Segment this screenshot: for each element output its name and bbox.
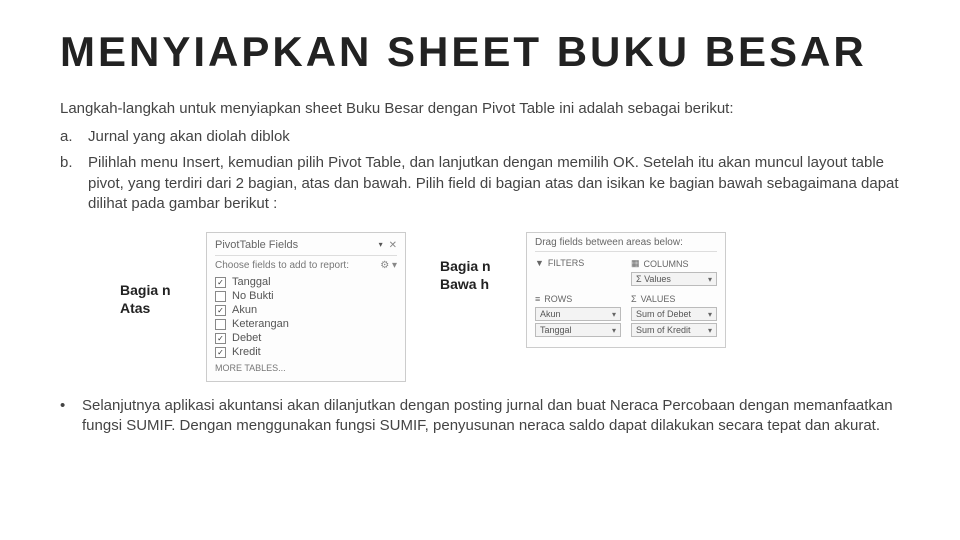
step-a-marker: a. <box>60 127 88 147</box>
step-b-text: Pilihlah menu Insert, kemudian pilih Piv… <box>88 153 900 214</box>
chevron-down-icon[interactable]: ▾ <box>612 326 616 335</box>
area-filters[interactable]: ▼ FILTERS <box>535 258 621 288</box>
chip-label: Sum of Kredit <box>636 325 691 335</box>
field-name: Keterangan <box>232 318 289 330</box>
gear-icon[interactable]: ⚙ ▾ <box>380 260 397 271</box>
field-row[interactable]: ✓ Debet <box>215 331 397 345</box>
step-b: b. Pilihlah menu Insert, kemudian pilih … <box>60 153 900 214</box>
figures-row: Bagia n Atas PivotTable Fields ▾ ✕ Choos… <box>120 232 900 382</box>
bullet-dot: • <box>60 396 82 437</box>
field-row[interactable]: ✓ Tanggal <box>215 275 397 289</box>
intro-text: Langkah-langkah untuk menyiapkan sheet B… <box>60 100 900 117</box>
checkbox-icon[interactable] <box>215 319 226 330</box>
area-chip[interactable]: Akun ▾ <box>535 307 621 321</box>
label-bawah: Bagia n Bawa h <box>440 232 492 293</box>
page-title: MENYIAPKAN SHEET BUKU BESAR <box>60 28 900 76</box>
area-rows[interactable]: ≡ ROWS Akun ▾ Tanggal ▾ <box>535 294 621 339</box>
pivot-fields-panel: PivotTable Fields ▾ ✕ Choose fields to a… <box>206 232 406 382</box>
field-row[interactable]: No Bukti <box>215 289 397 303</box>
sigma-icon: Σ <box>631 294 637 304</box>
field-name: No Bukti <box>232 290 274 302</box>
checkbox-icon[interactable]: ✓ <box>215 333 226 344</box>
area-chip[interactable]: Tanggal ▾ <box>535 323 621 337</box>
area-rows-title: ROWS <box>544 294 572 304</box>
columns-icon: ▦ <box>631 258 640 269</box>
chip-label: Akun <box>540 309 561 319</box>
area-values[interactable]: Σ VALUES Sum of Debet ▾ Sum of Kredit ▾ <box>631 294 717 339</box>
close-icon[interactable]: ✕ <box>389 240 397 251</box>
chevron-down-icon[interactable]: ▾ <box>708 310 712 319</box>
area-columns[interactable]: ▦ COLUMNS Σ Values ▾ <box>631 258 717 288</box>
checkbox-icon[interactable]: ✓ <box>215 305 226 316</box>
area-values-title: VALUES <box>641 294 676 304</box>
area-filters-title: FILTERS <box>548 258 584 268</box>
chip-label: Sum of Debet <box>636 309 691 319</box>
more-tables-link[interactable]: MORE TABLES... <box>215 363 397 373</box>
field-name: Tanggal <box>232 276 271 288</box>
field-row[interactable]: ✓ Kredit <box>215 345 397 359</box>
areas-top-text: Drag fields between areas below: <box>535 237 717 252</box>
rows-icon: ≡ <box>535 294 540 304</box>
footer-text: Selanjutnya aplikasi akuntansi akan dila… <box>82 396 900 437</box>
field-name: Akun <box>232 304 257 316</box>
step-b-marker: b. <box>60 153 88 214</box>
chip-label: Σ Values <box>636 274 671 284</box>
pivot-fields-sub: Choose fields to add to report: <box>215 260 349 271</box>
checkbox-icon[interactable]: ✓ <box>215 347 226 358</box>
fields-list: ✓ Tanggal No Bukti ✓ Akun Keterangan ✓ Debe… <box>215 275 397 359</box>
checkbox-icon[interactable]: ✓ <box>215 277 226 288</box>
chevron-down-icon[interactable]: ▾ <box>612 310 616 319</box>
pivot-areas-panel: Drag fields between areas below: ▼ FILTER… <box>526 232 726 348</box>
area-columns-title: COLUMNS <box>644 259 689 269</box>
area-chip[interactable]: Sum of Debet ▾ <box>631 307 717 321</box>
area-chip[interactable]: Sum of Kredit ▾ <box>631 323 717 337</box>
step-a-text: Jurnal yang akan diolah diblok <box>88 127 900 147</box>
footer-bullet: • Selanjutnya aplikasi akuntansi akan di… <box>60 396 900 437</box>
chip-label: Tanggal <box>540 325 572 335</box>
checkbox-icon[interactable] <box>215 291 226 302</box>
label-atas: Bagia n Atas <box>120 232 172 317</box>
field-name: Kredit <box>232 346 261 358</box>
area-chip[interactable]: Σ Values ▾ <box>631 272 717 286</box>
chevron-down-icon[interactable]: ▾ <box>708 275 712 284</box>
step-a: a. Jurnal yang akan diolah diblok <box>60 127 900 147</box>
chevron-down-icon[interactable]: ▾ <box>379 240 383 251</box>
field-name: Debet <box>232 332 261 344</box>
chevron-down-icon[interactable]: ▾ <box>708 326 712 335</box>
steps-list: a. Jurnal yang akan diolah diblok b. Pil… <box>60 127 900 214</box>
pivot-fields-header: PivotTable Fields <box>215 239 298 251</box>
field-row[interactable]: Keterangan <box>215 317 397 331</box>
field-row[interactable]: ✓ Akun <box>215 303 397 317</box>
filter-icon: ▼ <box>535 258 544 268</box>
